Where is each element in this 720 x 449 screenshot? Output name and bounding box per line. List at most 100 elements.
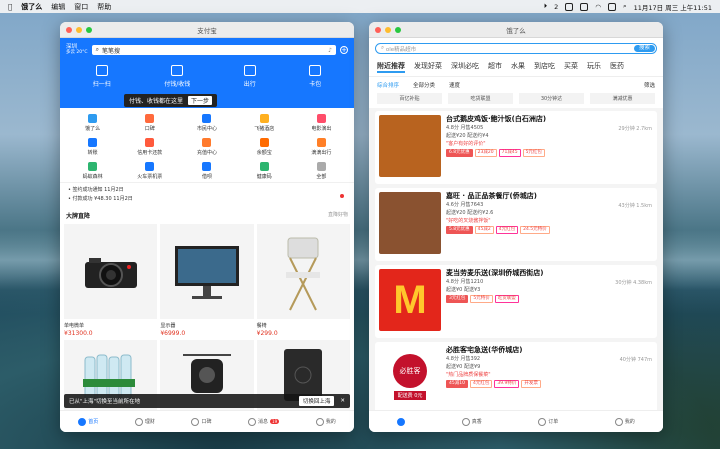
cards-button[interactable]: 卡包 bbox=[309, 65, 321, 88]
service-item[interactable]: 转账 bbox=[64, 138, 121, 156]
tab-mine[interactable]: 我的 bbox=[614, 417, 635, 426]
wifi-icon[interactable]: ◠ bbox=[595, 3, 601, 11]
battery-icon[interactable] bbox=[607, 2, 616, 11]
message-count-badge: 19 bbox=[270, 419, 280, 424]
scan-button[interactable]: 扫一扫 bbox=[93, 65, 111, 88]
shop-card[interactable]: 台式鹅皮鸡饭·鲍汁饭(白石洲店) 4.8分 月售4505 起送¥20 配送约¥4 "客… bbox=[375, 111, 657, 184]
quick-filter-chip[interactable]: 吃货联盟 bbox=[448, 93, 513, 104]
quick-filter-chip[interactable]: 满减优惠 bbox=[590, 93, 655, 104]
category-tab[interactable]: 深圳必吃 bbox=[451, 61, 479, 73]
status-icon[interactable]: ⏵ bbox=[544, 2, 547, 11]
search-button[interactable]: 搜索 bbox=[633, 45, 655, 52]
promo-tag: 5元红包 bbox=[522, 149, 545, 157]
sort-dropdown[interactable]: 综合排序 bbox=[377, 81, 399, 89]
service-label: 全部 bbox=[316, 174, 327, 180]
product-card[interactable]: 显示器 ¥6999.0 bbox=[160, 224, 254, 337]
pay-label: 付钱/收钱 bbox=[164, 81, 191, 88]
menu-window[interactable]: 窗口 bbox=[74, 2, 88, 12]
shop-card[interactable]: M 麦当劳麦乐送(深圳侨城西街店) 4.8分 月售1210 起送¥0 配送¥3 3元红包… bbox=[375, 265, 657, 338]
service-item[interactable]: 市民中心 bbox=[178, 114, 235, 132]
service-item[interactable]: 滴滴出行 bbox=[293, 138, 350, 156]
quick-filter-chip[interactable]: 30分钟达 bbox=[519, 93, 584, 104]
service-icon bbox=[316, 162, 326, 171]
shop-card[interactable]: 嘉旺 · 品正品茶餐厅(侨城店) 4.6分 月售7643 起送¥20 配送约¥2.6… bbox=[375, 188, 657, 261]
menu-help[interactable]: 帮助 bbox=[97, 2, 111, 12]
service-item[interactable]: 蚂蚁森林 bbox=[64, 162, 121, 180]
tab-messages[interactable]: 消息 19 bbox=[248, 417, 280, 426]
tab-label: 我的 bbox=[325, 419, 336, 425]
message-icon bbox=[248, 417, 257, 426]
service-item[interactable]: 健康码 bbox=[236, 162, 293, 180]
tab-orders[interactable]: 订单 bbox=[538, 417, 558, 426]
category-tab[interactable]: 买菜 bbox=[564, 61, 578, 73]
tab-wealth[interactable]: 理财 bbox=[134, 417, 155, 426]
tooltip-next-button[interactable]: 下一步 bbox=[188, 96, 213, 105]
category-tabs: 附近推荐 发现好菜 深圳必吃 超市 水果 到店吃 买菜 玩乐 医药 bbox=[369, 59, 663, 77]
service-item[interactable]: 充值中心 bbox=[178, 138, 235, 156]
section-header: 大牌直降 直降好物 bbox=[60, 207, 354, 224]
category-tab[interactable]: 发现好菜 bbox=[414, 61, 442, 73]
category-tab[interactable]: 医药 bbox=[610, 61, 624, 73]
service-item[interactable]: 借呗 bbox=[178, 162, 235, 180]
display-icon[interactable] bbox=[580, 2, 589, 11]
service-item[interactable]: 火车票机票 bbox=[121, 162, 178, 180]
mic-icon[interactable]: ♪ bbox=[328, 47, 332, 54]
section-more[interactable]: 直降好物 bbox=[328, 211, 348, 220]
tab-discover[interactable]: 真香 bbox=[461, 417, 482, 426]
service-item[interactable]: 余额宝 bbox=[236, 138, 293, 156]
eleme-window: 饿了么 ⌕ ole精品超市 搜索 附近推荐 发现好菜 深圳必吃 超市 水果 到店吃 买菜 玩乐医… bbox=[369, 22, 663, 432]
service-item[interactable]: 饿了么 bbox=[64, 114, 121, 132]
tab-home[interactable]: 首页 bbox=[78, 417, 99, 426]
category-tab[interactable]: 水果 bbox=[511, 61, 525, 73]
notification-badge[interactable]: 2 bbox=[554, 3, 558, 11]
notifications[interactable]: • 签约成功通知 11月2日 • 付款成功 ¥48.30 11月2日 bbox=[60, 182, 354, 207]
wechat-icon[interactable] bbox=[565, 2, 574, 11]
travel-button[interactable]: 出行 bbox=[243, 65, 256, 88]
service-icon bbox=[145, 138, 155, 147]
close-icon[interactable]: ✕ bbox=[340, 398, 345, 404]
service-icon bbox=[88, 114, 98, 123]
menu-app[interactable]: 饿了么 bbox=[21, 2, 42, 12]
product-card[interactable]: 单电微单 ¥31300.0 bbox=[64, 224, 158, 337]
notice-item[interactable]: • 付款成功 ¥48.30 11月2日 bbox=[68, 195, 346, 204]
category-dropdown[interactable]: 全部分类 bbox=[413, 81, 435, 89]
tab-mine[interactable]: 我的 bbox=[315, 417, 336, 426]
datetime[interactable]: 11月17日 周三 上午11:51 bbox=[634, 2, 712, 12]
weather: 多云 20°C bbox=[66, 50, 88, 55]
tab-home[interactable] bbox=[397, 417, 406, 426]
tab-label: 消息 bbox=[258, 419, 269, 425]
cards-label: 卡包 bbox=[309, 81, 322, 88]
service-item[interactable]: 口碑 bbox=[121, 114, 178, 132]
service-item[interactable]: 电影演出 bbox=[293, 114, 350, 132]
product-card[interactable]: 餐椅 ¥299.0 bbox=[256, 224, 350, 337]
notice-item[interactable]: • 签约成功通知 11月2日 bbox=[68, 186, 346, 195]
apple-icon[interactable]:  bbox=[8, 3, 12, 11]
service-item[interactable]: 飞猪酒店 bbox=[236, 114, 293, 132]
speed-filter[interactable]: 速度 bbox=[449, 81, 460, 89]
switch-city-button[interactable]: 切换回上海 bbox=[298, 396, 335, 406]
tab-label: 首页 bbox=[88, 419, 99, 425]
search-input[interactable]: ⌕ ole精品超市 搜索 bbox=[375, 43, 657, 54]
menu-edit[interactable]: 编辑 bbox=[51, 2, 65, 12]
pay-button[interactable]: 付钱/收钱 bbox=[164, 65, 190, 88]
city-selector[interactable]: 深圳 多云 20°C bbox=[66, 44, 88, 56]
monitor-image bbox=[160, 224, 254, 319]
product-price: ¥6999.0 bbox=[160, 330, 186, 337]
add-icon[interactable]: + bbox=[340, 46, 348, 54]
category-tab[interactable]: 超市 bbox=[488, 61, 502, 73]
service-item[interactable]: 信用卡还款 bbox=[121, 138, 178, 156]
category-tab[interactable]: 附近推荐 bbox=[377, 61, 405, 73]
alipay-window: 支付宝 深圳 多云 20°C ⌕ 笔笔搜 ♪ + 扫一扫 付钱/收钱 出行 卡包 付钱… bbox=[60, 22, 354, 432]
service-item[interactable]: 全部 bbox=[293, 162, 350, 180]
pay-icon bbox=[171, 65, 184, 76]
shop-image bbox=[379, 192, 441, 254]
tab-koubei[interactable]: 口碑 bbox=[191, 417, 211, 426]
category-tab[interactable]: 到店吃 bbox=[534, 61, 555, 73]
quick-filter-chip[interactable]: 百亿补贴 bbox=[377, 93, 442, 104]
shop-card[interactable]: 必胜客 配送费 0元 必胜客宅急送(华侨城店) 4.8分 月售392 起送¥0 配送¥9… bbox=[375, 342, 657, 415]
filter-button[interactable]: 筛选 bbox=[644, 81, 655, 89]
category-tab[interactable]: 玩乐 bbox=[587, 61, 601, 73]
search-icon[interactable]: ⌕ bbox=[623, 2, 627, 11]
scan-icon bbox=[95, 65, 108, 76]
search-input[interactable]: ⌕ 笔笔搜 ♪ bbox=[91, 45, 336, 55]
